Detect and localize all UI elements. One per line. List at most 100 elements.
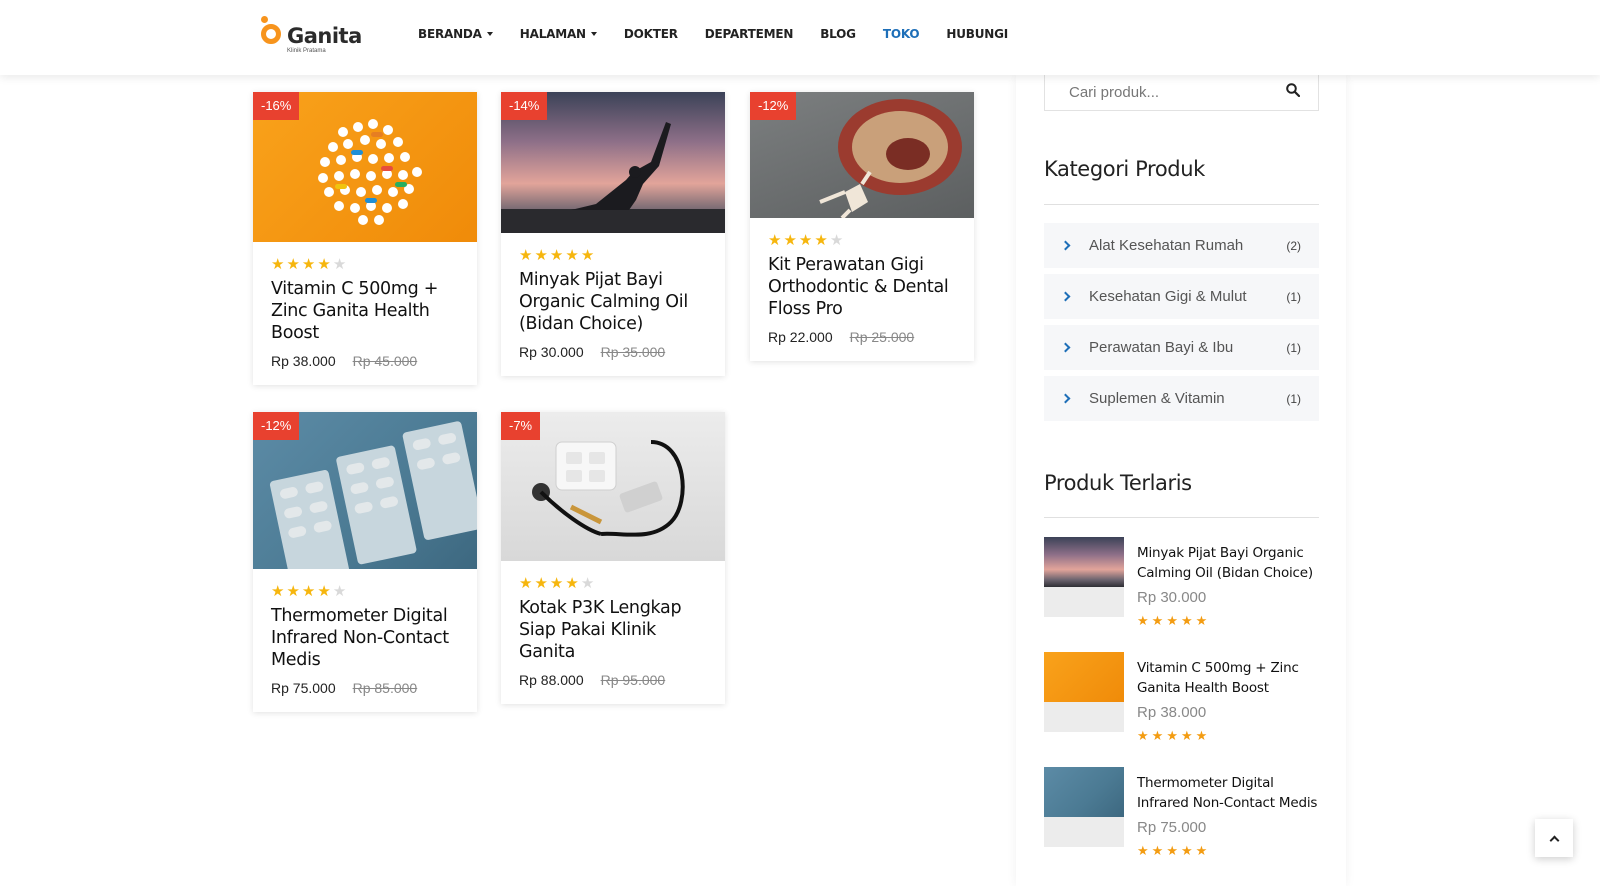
bestseller-item[interactable]: Minyak Pijat Bayi Organic Calming Oil (B…: [1044, 537, 1322, 628]
category-count: (1): [1286, 340, 1301, 355]
product-card[interactable]: -14% ★ ★ ★ ★ ★ Minyak Pijat Bayi Organic Cal…: [501, 92, 725, 376]
star-icon: ★: [565, 247, 579, 264]
product-price: Rp 22.000: [768, 329, 833, 345]
logo-name: Ganita: [287, 24, 362, 48]
bestseller-name[interactable]: Thermometer Digital Infrared Non-Contact…: [1137, 773, 1322, 813]
nav-item-blog[interactable]: BLOG: [820, 27, 856, 41]
star-icon: ★: [1137, 613, 1149, 628]
star-icon: ★: [271, 256, 285, 273]
star-icon: ★: [1137, 843, 1149, 858]
back-to-top-button[interactable]: [1535, 819, 1573, 857]
star-icon: ★: [1151, 728, 1164, 743]
star-icon: ★: [783, 232, 797, 249]
category-item[interactable]: Perawatan Bayi & Ibu (1): [1044, 325, 1319, 370]
star-icon: ★: [1180, 613, 1193, 628]
nav-item-halaman[interactable]: HALAMAN: [520, 27, 597, 41]
product-image[interactable]: -16%: [253, 92, 477, 242]
product-title[interactable]: Thermometer Digital Infrared Non-Contact…: [271, 605, 459, 671]
site-header: Ganita Klinik Pratama BERANDA HALAMAN DO…: [0, 0, 1600, 75]
star-icon: ★: [1137, 728, 1149, 743]
chevron-right-icon: [1060, 291, 1071, 302]
bestseller-item[interactable]: Vitamin C 500mg + Zinc Ganita Health Boo…: [1044, 652, 1322, 743]
rating-stars: ★ ★ ★ ★ ★: [1137, 727, 1210, 745]
bestseller-thumbnail[interactable]: [1044, 767, 1124, 847]
star-icon: ★: [1166, 613, 1178, 628]
star-icon: ★: [549, 247, 564, 264]
sale-badge: -14%: [501, 92, 548, 120]
chevron-right-icon: [1060, 342, 1071, 353]
categories-title: Kategori Produk: [1044, 157, 1205, 181]
rating-stars: ★ ★ ★ ★ ★: [1137, 612, 1210, 630]
star-icon: ★: [1151, 843, 1164, 858]
star-icon: ★: [768, 232, 782, 249]
star-icon: ★: [519, 575, 533, 592]
category-label: Kesehatan Gigi & Mulut: [1089, 288, 1247, 305]
star-icon: ★: [286, 583, 300, 600]
product-old-price: Rp 85.000: [352, 680, 418, 696]
star-icon: ★: [519, 247, 533, 264]
rating-stars: ★ ★ ★ ★ ★: [271, 583, 459, 601]
product-price: Rp 30.000: [519, 344, 584, 360]
chevron-right-icon: [1060, 393, 1071, 404]
category-item[interactable]: Kesehatan Gigi & Mulut (1): [1044, 274, 1319, 319]
product-card[interactable]: -12% ★ ★ ★ ★ ★ Kit Perawatan Gigi Orthodonti…: [750, 92, 974, 361]
product-old-price: Rp 35.000: [600, 344, 666, 360]
rating-stars: ★ ★ ★ ★ ★: [519, 247, 707, 265]
product-card[interactable]: -16% ★ ★ ★ ★ ★ Vitamin C 500mg + Zinc Ga…: [253, 92, 477, 385]
nav-item-dokter[interactable]: DOKTER: [624, 27, 678, 41]
star-icon: ★: [534, 247, 548, 264]
star-icon: ★: [286, 256, 300, 273]
product-price: Rp 88.000: [519, 672, 584, 688]
product-card[interactable]: -7% ★ ★ ★ ★ ★ Kotak P3K Lengkap Siap Pakai K…: [501, 412, 725, 704]
bestseller-price: Rp 75.000: [1137, 819, 1207, 836]
sale-badge: -12%: [750, 92, 797, 120]
star-icon: ★: [1151, 613, 1164, 628]
nav-item-hubungi[interactable]: HUBUNGI: [946, 27, 1008, 41]
product-image[interactable]: -12%: [253, 412, 477, 569]
chevron-up-icon: [1549, 835, 1559, 845]
product-search[interactable]: Cari produk...: [1044, 75, 1319, 111]
product-image[interactable]: -7%: [501, 412, 725, 561]
bestseller-price: Rp 38.000: [1137, 704, 1207, 721]
category-item[interactable]: Alat Kesehatan Rumah (2): [1044, 223, 1319, 268]
product-title[interactable]: Vitamin C 500mg + Zinc Ganita Health Boo…: [271, 278, 459, 344]
product-image[interactable]: -12%: [750, 92, 974, 218]
nav-item-toko[interactable]: TOKO: [883, 27, 920, 41]
product-image[interactable]: -14%: [501, 92, 725, 233]
star-empty-icon: ★: [332, 583, 347, 600]
product-title[interactable]: Kit Perawatan Gigi Orthodontic & Dental …: [768, 254, 956, 320]
bestseller-name[interactable]: Minyak Pijat Bayi Organic Calming Oil (B…: [1137, 543, 1322, 583]
star-icon: ★: [1195, 613, 1208, 628]
product-title[interactable]: Kotak P3K Lengkap Siap Pakai Klinik Gani…: [519, 597, 707, 663]
product-card[interactable]: -12% ★ ★ ★ ★ ★ Thermometer Digital Infra…: [253, 412, 477, 712]
divider: [1044, 204, 1319, 205]
category-label: Suplemen & Vitamin: [1089, 390, 1225, 407]
star-icon: ★: [301, 583, 316, 600]
nav-item-beranda[interactable]: BERANDA: [418, 27, 493, 41]
bestseller-name[interactable]: Vitamin C 500mg + Zinc Ganita Health Boo…: [1137, 658, 1322, 698]
product-old-price: Rp 25.000: [849, 329, 915, 345]
bestseller-price: Rp 30.000: [1137, 589, 1207, 606]
star-icon: ★: [798, 232, 813, 249]
search-icon[interactable]: [1286, 83, 1300, 97]
category-count: (1): [1286, 391, 1301, 406]
logo-subtitle: Klinik Pratama: [287, 48, 326, 54]
shop-sidebar: Cari produk... Kategori Produk Alat Kese…: [1016, 75, 1346, 886]
bestseller-thumbnail[interactable]: [1044, 652, 1124, 732]
bestseller-thumbnail[interactable]: [1044, 537, 1124, 617]
divider: [1044, 517, 1319, 518]
search-input[interactable]: Cari produk...: [1069, 84, 1159, 101]
star-icon: ★: [1180, 728, 1193, 743]
star-icon: ★: [549, 575, 564, 592]
star-icon: ★: [317, 583, 331, 600]
star-icon: ★: [301, 256, 316, 273]
nav-item-departemen[interactable]: DEPARTEMEN: [705, 27, 794, 41]
star-empty-icon: ★: [332, 256, 347, 273]
rating-stars: ★ ★ ★ ★ ★: [1137, 842, 1210, 860]
star-icon: ★: [565, 575, 579, 592]
site-logo[interactable]: Ganita Klinik Pratama: [260, 14, 362, 54]
bestseller-item[interactable]: Thermometer Digital Infrared Non-Contact…: [1044, 767, 1322, 858]
category-item[interactable]: Suplemen & Vitamin (1): [1044, 376, 1319, 421]
star-icon: ★: [1166, 728, 1178, 743]
product-title[interactable]: Minyak Pijat Bayi Organic Calming Oil (B…: [519, 269, 707, 335]
